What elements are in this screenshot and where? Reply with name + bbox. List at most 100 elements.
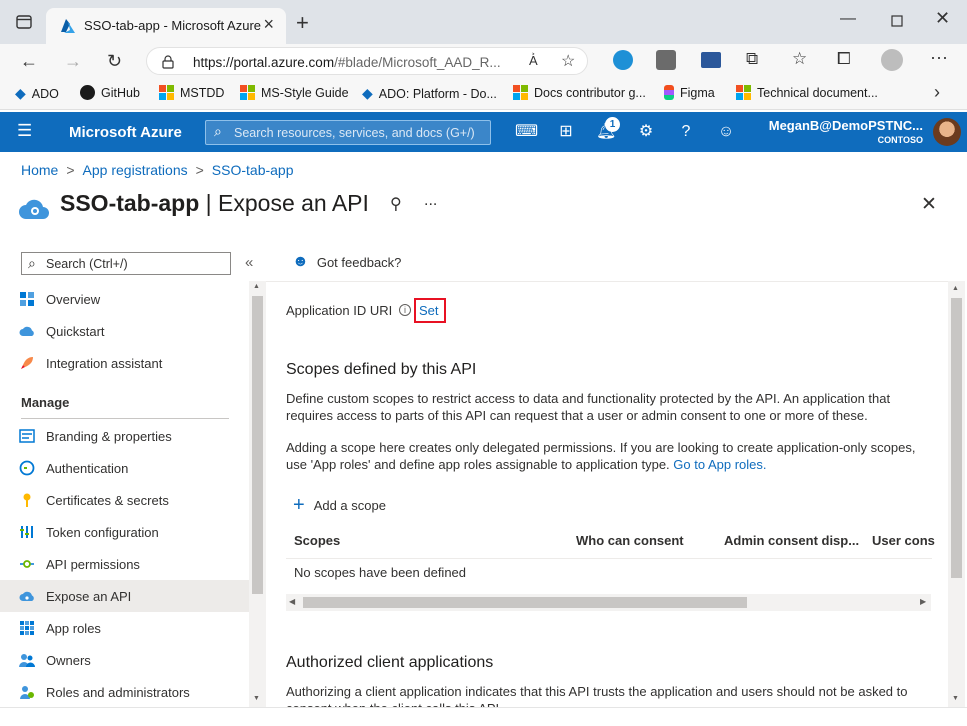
feedback-button[interactable]: ☻ Got feedback? (292, 253, 401, 271)
help-icon[interactable]: ? (676, 122, 696, 142)
search-icon: ⌕ (28, 255, 36, 271)
extension-fox-icon[interactable] (613, 50, 633, 70)
branding-icon (19, 429, 35, 443)
favorite-ado[interactable]: ◆ ADO (15, 85, 59, 102)
add-a-scope-button[interactable]: + Add a scope (293, 494, 386, 516)
close-tab-icon[interactable]: × (263, 14, 274, 35)
scroll-down-icon[interactable]: ▼ (253, 695, 260, 702)
breadcrumb-home[interactable]: Home (21, 162, 58, 178)
sidebar-group-manage: Manage (21, 395, 70, 410)
extension-word-icon[interactable] (701, 52, 721, 68)
sidebar-search-input[interactable]: ⌕ Search (Ctrl+/) (21, 252, 231, 275)
sidebar-item-token-configuration[interactable]: Token configuration (0, 516, 249, 548)
scroll-up-icon[interactable]: ▲ (253, 283, 260, 290)
feedback-icon[interactable]: ☺ (716, 122, 736, 142)
column-header-who-can-consent[interactable]: Who can consent (576, 533, 684, 548)
scroll-right-icon[interactable]: ▶ (920, 597, 926, 606)
authorized-clients-description: Authorizing a client application indicat… (286, 684, 908, 707)
more-options-icon[interactable]: ··· (930, 47, 948, 68)
breadcrumb-sso-tab-app[interactable]: SSO-tab-app (212, 162, 294, 178)
minimize-icon[interactable]: — (840, 10, 856, 28)
column-header-admin-consent[interactable]: Admin consent disp... (724, 533, 859, 548)
column-header-user-consent[interactable]: User cons (872, 533, 935, 548)
api-permissions-icon (20, 560, 34, 568)
read-aloud-icon[interactable]: A͐ (529, 53, 538, 68)
token-icon (20, 526, 33, 538)
application-id-uri-label: Application ID URI (286, 303, 393, 318)
scroll-left-icon[interactable]: ◀ (289, 597, 295, 606)
favorite-figma[interactable]: Figma (664, 85, 715, 100)
forward-icon[interactable]: → (64, 51, 82, 72)
cloud-shell-icon[interactable]: ⌨ (515, 122, 538, 142)
sidebar-item-expose-an-api[interactable]: Expose an API (0, 580, 249, 612)
chevron-right-icon[interactable]: › (934, 82, 940, 103)
browser-tab[interactable]: SSO-tab-app - Microsoft Azure × (46, 8, 286, 44)
lock-icon[interactable] (162, 55, 174, 69)
breadcrumb-app-registrations[interactable]: App registrations (83, 162, 188, 178)
main-scrollbar-thumb[interactable] (951, 298, 962, 578)
sidebar-item-authentication[interactable]: Authentication (0, 452, 249, 484)
sidebar-item-roles-and-administrators[interactable]: Roles and administrators (0, 676, 249, 708)
sidebar-item-app-roles[interactable]: App roles (0, 612, 249, 644)
sidebar-item-certificates[interactable]: Certificates & secrets (0, 484, 249, 516)
profile-icon[interactable] (881, 49, 903, 71)
hamburger-menu-icon[interactable]: ☰ (17, 121, 32, 141)
sidebar-item-api-permissions[interactable]: API permissions (0, 548, 249, 580)
sidebar-scrollbar-thumb[interactable] (252, 296, 263, 594)
favorite-github[interactable]: GitHub (80, 85, 140, 100)
favorite-technical-document[interactable]: Technical document... (736, 85, 878, 100)
table-horizontal-scrollbar-thumb[interactable] (303, 597, 747, 608)
url-field[interactable]: https://portal.azure.com/#blade/Microsof… (146, 47, 588, 75)
new-tab-icon[interactable]: + (296, 10, 309, 36)
settings-gear-icon[interactable]: ⚙ (636, 122, 656, 142)
authorized-clients-title: Authorized client applications (286, 654, 494, 671)
portal-header: ☰ Microsoft Azure ⌕ Search resources, se… (0, 112, 967, 152)
plus-icon: + (293, 494, 305, 516)
pin-icon[interactable]: ⚲ (390, 194, 402, 214)
close-window-icon[interactable]: ✕ (935, 8, 950, 29)
scopes-section-title: Scopes defined by this API (286, 361, 477, 378)
set-application-id-uri-link[interactable]: Set (419, 303, 439, 318)
microsoft-logo-icon (513, 85, 528, 100)
sidebar-item-branding[interactable]: Branding & properties (0, 420, 249, 452)
extensions-puzzle-icon[interactable]: ⧉ (746, 49, 758, 69)
avatar[interactable] (933, 118, 961, 146)
rocket-icon (21, 357, 33, 369)
info-icon[interactable]: i (399, 304, 411, 316)
close-blade-icon[interactable]: ✕ (921, 193, 937, 216)
user-account[interactable]: MeganB@DemoPSTNC... CONTOSO (769, 118, 923, 145)
collapse-sidebar-icon[interactable]: « (245, 254, 253, 271)
notification-count-badge: 1 (605, 117, 620, 132)
favorite-ado-platform[interactable]: ◆ ADO: Platform - Do... (362, 85, 497, 102)
column-header-scopes[interactable]: Scopes (294, 533, 340, 548)
portal-search-input[interactable]: ⌕ Search resources, services, and docs (… (205, 120, 491, 145)
favorite-mstdd[interactable]: MSTDD (159, 85, 224, 100)
app-registration-icon (19, 199, 49, 219)
back-icon[interactable]: ← (20, 51, 38, 72)
portal-brand[interactable]: Microsoft Azure (69, 124, 182, 141)
sidebar-item-integration-assistant[interactable]: Integration assistant (0, 347, 249, 379)
sidebar-item-owners[interactable]: Owners (0, 644, 249, 676)
more-actions-icon[interactable]: ... (424, 192, 437, 210)
search-icon: ⌕ (214, 123, 222, 139)
scroll-down-icon[interactable]: ▼ (952, 695, 959, 702)
sidebar-item-quickstart[interactable]: Quickstart (0, 315, 249, 347)
directory-filter-icon[interactable]: ⊞ (556, 122, 576, 142)
github-icon (80, 85, 95, 100)
divider (286, 558, 932, 559)
favorites-icon[interactable]: ☆ (792, 49, 807, 69)
scroll-up-icon[interactable]: ▲ (952, 285, 959, 292)
add-favorite-icon[interactable]: ☆ (561, 51, 575, 71)
refresh-icon[interactable]: ↻ (107, 51, 122, 72)
blade-title: | Expose an API (205, 190, 369, 216)
collections-icon[interactable]: ⧠ (837, 49, 851, 69)
go-to-app-roles-link[interactable]: Go to App roles. (673, 457, 766, 472)
scopes-note: Adding a scope here creates only delegat… (286, 440, 916, 472)
divider (266, 281, 948, 282)
maximize-icon[interactable] (891, 15, 903, 27)
sidebar-item-overview[interactable]: Overview (0, 283, 249, 315)
favorite-ms-style-guide[interactable]: MS-Style Guide (240, 85, 349, 100)
favorite-docs-contributor[interactable]: Docs contributor g... (513, 85, 646, 100)
extension-chart-icon[interactable] (656, 50, 676, 70)
tab-actions-icon[interactable] (16, 15, 32, 29)
